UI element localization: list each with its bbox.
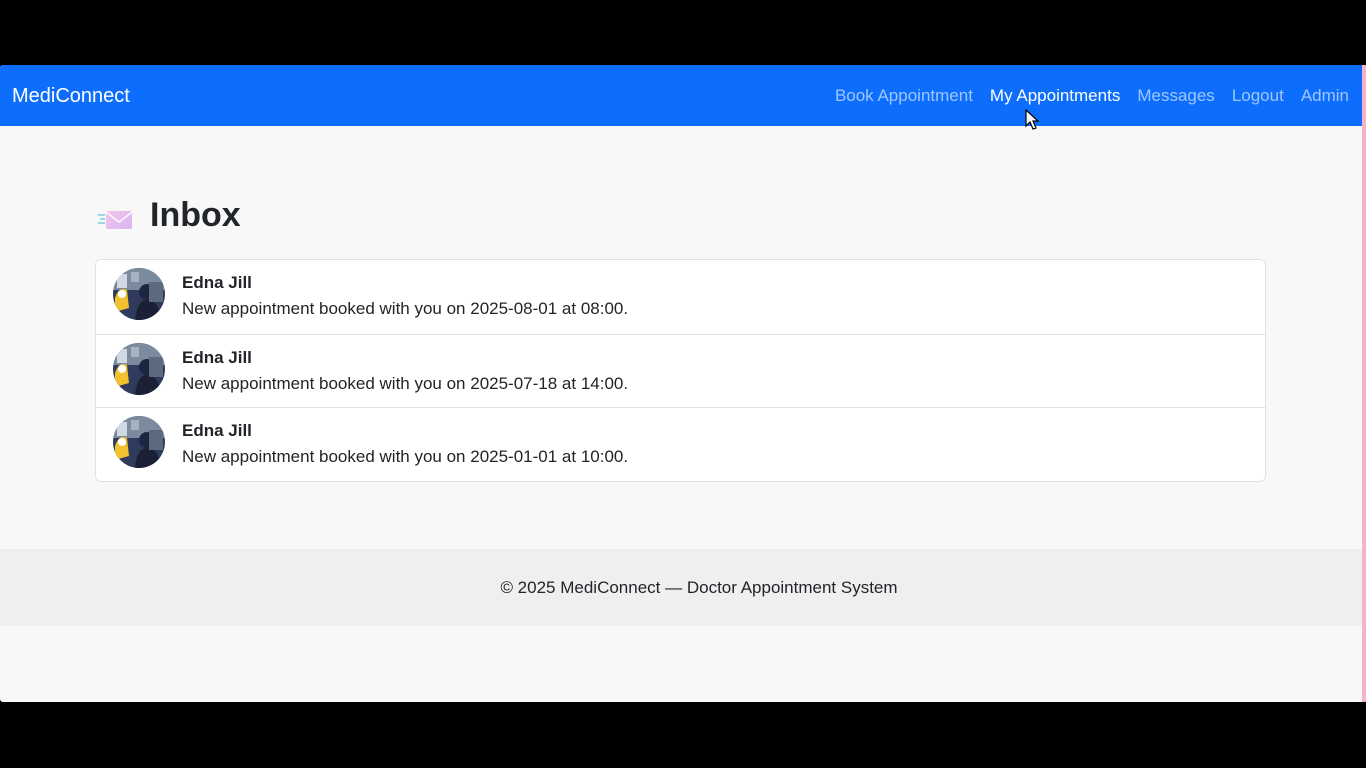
message-text: New appointment booked with you on 2025-… [182, 299, 629, 318]
envelope-icon [98, 211, 133, 229]
mouse-cursor-icon [1025, 109, 1040, 130]
message-item[interactable]: Edna Jill New appointment booked with yo… [96, 407, 1265, 481]
page-heading: Inbox [96, 193, 241, 237]
message-text: New appointment booked with you on 2025-… [182, 447, 629, 466]
message-sender: Edna Jill [182, 347, 252, 367]
nav-link-my-appointments[interactable]: My Appointments [990, 84, 1120, 108]
screen-letterbox-bottom [0, 702, 1366, 768]
avatar [113, 268, 165, 320]
message-item[interactable]: Edna Jill New appointment booked with yo… [96, 333, 1265, 408]
message-list: Edna Jill New appointment booked with yo… [95, 259, 1266, 482]
nav-links: Book Appointment My Appointments Message… [835, 84, 1349, 108]
browser-viewport: MediConnect Book Appointment My Appointm… [0, 65, 1362, 702]
window-edge [1362, 65, 1366, 702]
message-item[interactable]: Edna Jill New appointment booked with yo… [96, 260, 1265, 334]
avatar-photo-icon [113, 342, 165, 395]
avatar [113, 342, 165, 395]
page-title: Inbox [150, 196, 241, 234]
footer: © 2025 MediConnect — Doctor Appointment … [0, 549, 1362, 626]
nav-link-admin[interactable]: Admin [1301, 84, 1349, 108]
footer-copyright: © 2025 MediConnect — Doctor Appointment … [500, 577, 898, 597]
nav-link-messages[interactable]: Messages [1137, 84, 1214, 108]
message-sender: Edna Jill [182, 421, 252, 440]
avatar [113, 416, 165, 468]
avatar-photo-icon [113, 268, 165, 320]
message-sender: Edna Jill [182, 273, 252, 292]
avatar-photo-icon [113, 416, 165, 468]
screen-letterbox-top [0, 0, 1366, 65]
navbar: MediConnect Book Appointment My Appointm… [0, 65, 1362, 126]
nav-link-book-appointment[interactable]: Book Appointment [835, 84, 973, 108]
nav-link-logout[interactable]: Logout [1232, 84, 1284, 108]
brand-logo-text[interactable]: MediConnect [12, 84, 130, 108]
message-text: New appointment booked with you on 2025-… [182, 373, 629, 393]
